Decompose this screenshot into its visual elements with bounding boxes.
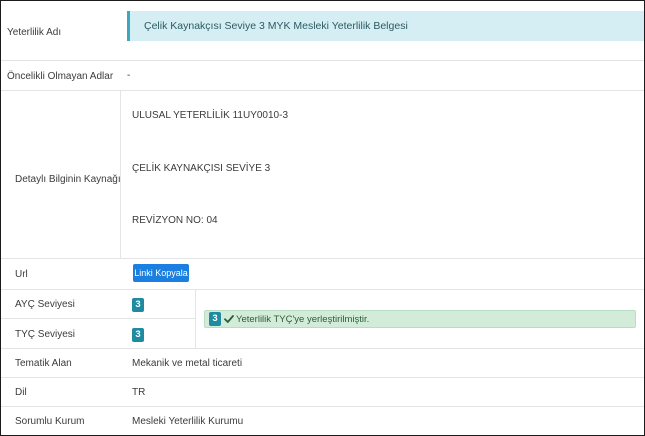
row-qualification-name: Yeterlilik Adı Çelik Kaynakçısı Seviye 3… [1, 1, 644, 61]
thematic-area-label: Tematik Alan [15, 358, 72, 369]
qualification-details-panel: Yeterlilik Adı Çelik Kaynakçısı Seviye 3… [0, 0, 645, 436]
ayc-level-label: AYÇ Seviyesi [15, 299, 75, 310]
detailed-source-line: ÇELİK KAYNAKÇISI SEVİYE 3 [132, 163, 271, 174]
qualification-name-value: Çelik Kaynakçısı Seviye 3 MYK Mesleki Ye… [144, 20, 408, 32]
tyc-status-text: Yeterlilik TYÇ'ye yerleştirilmiştir. [236, 314, 370, 325]
row-language: Dil TR [1, 378, 644, 407]
responsible-body-label: Sorumlu Kurum [15, 416, 85, 427]
language-value: TR [132, 387, 146, 398]
detailed-source-line: REVİZYON NO: 04 [132, 215, 218, 226]
row-responsible-body: Sorumlu Kurum Mesleki Yeterlilik Kurumu [1, 407, 644, 435]
qualification-name-box: Çelik Kaynakçısı Seviye 3 MYK Mesleki Ye… [127, 11, 644, 41]
tyc-level-badge: 3 [132, 328, 144, 342]
responsible-body-value: Mesleki Yeterlilik Kurumu [132, 416, 244, 427]
tyc-level-label: TYÇ Seviyesi [15, 329, 76, 340]
tyc-status-badge: 3 [209, 312, 221, 326]
thematic-area-value: Mekanik ve metal ticareti [132, 358, 243, 369]
check-icon [224, 315, 234, 323]
row-non-preferred-names: Öncelikli Olmayan Adlar - [1, 61, 644, 91]
ayc-level-badge: 3 [132, 298, 144, 312]
tyc-status-alert: 3 Yeterlilik TYÇ'ye yerleştirilmiştir. [204, 310, 636, 328]
qualification-name-label: Yeterlilik Adı [7, 27, 62, 38]
level-divider [195, 290, 196, 349]
non-preferred-names-value: - [127, 70, 131, 81]
detailed-source-label: Detaylı Bilginin Kaynağı [15, 174, 121, 185]
language-label: Dil [15, 387, 27, 398]
copy-link-button[interactable]: Linki Kopyala [133, 264, 189, 282]
detailed-source-line: ULUSAL YETERLİLİK 11UY0010-3 [132, 110, 289, 121]
row-ayc-level: AYÇ Seviyesi 3 [1, 290, 195, 319]
non-preferred-names-label: Öncelikli Olmayan Adlar [7, 71, 114, 82]
row-url: Url [1, 259, 644, 290]
row-thematic-area: Tematik Alan Mekanik ve metal ticareti [1, 349, 644, 378]
row-detailed-source: Detaylı Bilginin Kaynağı ULUSAL YETERLİL… [1, 91, 644, 259]
url-label: Url [15, 269, 28, 280]
